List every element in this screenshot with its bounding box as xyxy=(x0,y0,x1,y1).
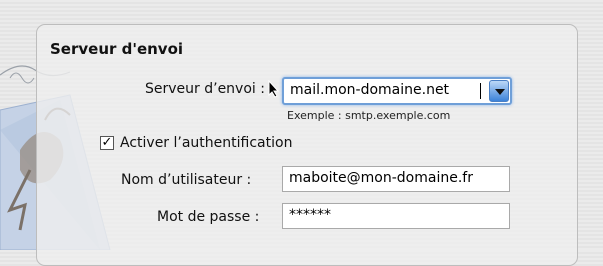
username-field[interactable]: maboite@mon-domaine.fr xyxy=(282,166,510,192)
section-title: Serveur d'envoi xyxy=(50,40,184,58)
password-label: Mot de passe : xyxy=(157,209,260,225)
check-mark-icon: ✓ xyxy=(101,135,113,150)
auth-checkbox-label[interactable]: Activer l’authentification xyxy=(120,135,292,151)
outgoing-server-combobox[interactable]: mail.mon-domaine.net xyxy=(282,77,512,105)
mouse-pointer-icon xyxy=(268,80,280,98)
outgoing-server-panel xyxy=(36,24,578,266)
password-field[interactable]: ****** xyxy=(282,203,510,229)
username-label: Nom d’utilisateur : xyxy=(121,172,252,188)
text-caret xyxy=(480,83,481,99)
outgoing-server-label: Serveur d’envoi : xyxy=(145,81,265,97)
outgoing-server-hint: Exemple : smtp.exemple.com xyxy=(287,109,451,122)
outgoing-server-input[interactable]: mail.mon-domaine.net xyxy=(290,82,449,98)
auth-checkbox[interactable]: ✓ xyxy=(100,136,114,150)
chevron-down-icon[interactable] xyxy=(489,80,509,102)
